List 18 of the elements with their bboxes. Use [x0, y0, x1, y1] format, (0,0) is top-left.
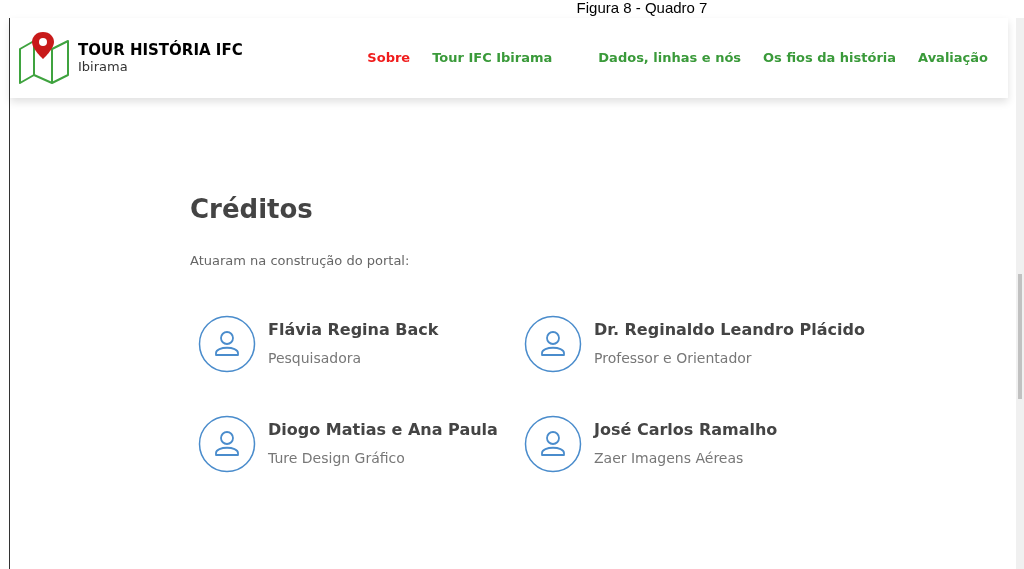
nav-link[interactable]: Avaliação — [918, 48, 988, 68]
person-role: Ture Design Gráfico — [268, 449, 406, 468]
person-role: Zaer Imagens Aéreas — [594, 449, 745, 468]
person-name: Flávia Regina Back — [268, 319, 439, 341]
nav-link[interactable]: Sobre — [367, 48, 411, 68]
brand-subtitle: Ibirama — [78, 59, 129, 76]
person-name: Dr. Reginaldo Leandro Plácido — [594, 319, 865, 341]
section-title: Créditos — [190, 193, 314, 226]
person-name: José Carlos Ramalho — [594, 419, 778, 441]
nav-link[interactable]: Os fios da história — [763, 48, 897, 68]
person-role: Professor e Orientador — [594, 349, 753, 368]
nav-link[interactable]: Tour IFC Ibirama — [432, 48, 553, 68]
figure-caption: Figura 8 - Quadro 7 — [576, 0, 708, 18]
intro-text: Atuaram na construção do portal: — [190, 252, 411, 270]
nav-link[interactable]: Dados, linhas e nós — [598, 48, 742, 68]
brand-title: TOUR HISTÓRIA IFC — [78, 40, 243, 60]
person-role: Pesquisadora — [268, 349, 363, 368]
person-name: Diogo Matias e Ana Paula — [268, 419, 498, 441]
